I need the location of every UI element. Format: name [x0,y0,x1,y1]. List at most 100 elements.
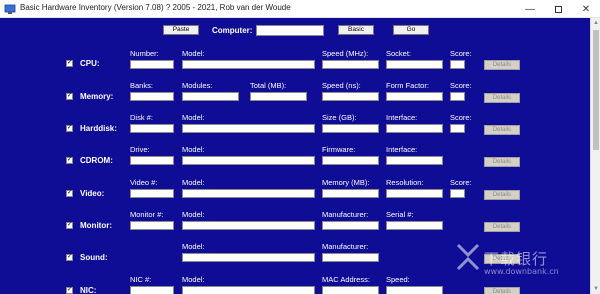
hardware-form: Paste Computer: Basic Go ✓ CPU: Number: … [0,18,590,294]
window-title: Basic Hardware Inventory (Version 7.08) … [20,3,291,12]
memory-total-field[interactable] [250,92,307,101]
nic-mac-field[interactable] [322,286,379,294]
monitor-checkbox[interactable]: ✓ [66,222,73,229]
video-details-button[interactable]: Details [484,190,520,200]
sound-manufacturer-label: Manufacturer: [322,242,369,251]
close-icon: ✕ [581,3,591,15]
memory-formfactor-field[interactable] [386,92,443,101]
cdrom-interface-field[interactable] [386,156,443,165]
nic-checkbox[interactable]: ✓ [66,287,73,294]
video-number-field[interactable] [130,189,174,198]
computer-input[interactable] [256,25,324,36]
harddisk-checkbox[interactable]: ✓ [66,125,73,132]
harddisk-interface-label: Interface: [386,113,418,122]
cdrom-checkbox[interactable]: ✓ [66,157,73,164]
watermark-url: www.downbank.cn [484,267,559,276]
maximize-button[interactable] [544,0,572,18]
cdrom-drive-field[interactable] [130,156,174,165]
cdrom-model-field[interactable] [182,156,315,165]
nic-number-label: NIC #: [130,275,152,284]
cpu-model-field[interactable] [182,60,315,69]
harddisk-disknum-field[interactable] [130,124,174,133]
cpu-model-label: Model: [182,49,205,58]
sound-model-label: Model: [182,242,205,251]
cpu-details-button[interactable]: Details [484,60,520,70]
monitor-manufacturer-field[interactable] [322,221,379,230]
video-score-field[interactable] [450,189,465,198]
cpu-label: CPU: [80,59,100,68]
nic-label: NIC: [80,286,97,294]
close-button[interactable]: ✕ [572,0,600,18]
monitor-model-field[interactable] [182,221,315,230]
cpu-speed-field[interactable] [322,60,379,69]
monitor-serial-label: Serial #: [386,210,414,219]
video-memory-label: Memory (MB): [322,178,370,187]
maximize-icon [554,5,562,13]
nic-mac-label: MAC Address: [322,275,370,284]
title-bar: Basic Hardware Inventory (Version 7.08) … [0,0,600,18]
cdrom-firmware-label: Firmware: [322,145,356,154]
video-model-label: Model: [182,178,205,187]
watermark-brand: 下载银行 [484,250,549,268]
cdrom-firmware-field[interactable] [322,156,379,165]
monitor-manufacturer-label: Manufacturer: [322,210,369,219]
sound-label: Sound: [80,253,108,262]
nic-model-field[interactable] [182,286,315,294]
app-icon [4,4,16,14]
sound-checkbox[interactable]: ✓ [66,254,73,261]
harddisk-model-label: Model: [182,113,205,122]
memory-score-label: Score: [450,81,472,90]
cpu-socket-field[interactable] [386,60,443,69]
memory-speed-label: Speed (ns): [322,81,361,90]
nic-speed-field[interactable] [386,286,443,294]
video-memory-field[interactable] [322,189,379,198]
video-label: Video: [80,189,105,198]
monitor-details-button[interactable]: Details [484,222,520,232]
cpu-score-field[interactable] [450,60,465,69]
monitor-model-label: Model: [182,210,205,219]
harddisk-score-field[interactable] [450,124,465,133]
video-resolution-field[interactable] [386,189,443,198]
minimize-icon: — [525,3,535,15]
monitor-number-field[interactable] [130,221,174,230]
video-model-field[interactable] [182,189,315,198]
cpu-speed-label: Speed (MHz): [322,49,369,58]
memory-label: Memory: [80,92,114,101]
sound-manufacturer-field[interactable] [322,253,379,262]
go-button[interactable]: Go [393,25,429,35]
scroll-up-icon[interactable]: ▲ [593,20,599,26]
memory-total-label: Total (MB): [250,81,287,90]
minimize-button[interactable]: — [516,0,544,18]
memory-checkbox[interactable]: ✓ [66,93,73,100]
memory-speed-field[interactable] [322,92,379,101]
basic-button[interactable]: Basic [338,25,374,35]
cpu-checkbox[interactable]: ✓ [66,60,73,67]
paste-button[interactable]: Paste [163,25,199,35]
memory-modules-label: Modules: [182,81,213,90]
harddisk-size-field[interactable] [322,124,379,133]
cpu-number-field[interactable] [130,60,174,69]
video-resolution-label: Resolution: [386,178,424,187]
monitor-serial-field[interactable] [386,221,443,230]
cdrom-details-button[interactable]: Details [484,157,520,167]
nic-details-button[interactable]: Details [484,287,520,294]
memory-formfactor-label: Form Factor: [386,81,429,90]
memory-banks-field[interactable] [130,92,174,101]
memory-score-field[interactable] [450,92,465,101]
cpu-score-label: Score: [450,49,472,58]
memory-modules-field[interactable] [182,92,239,101]
harddisk-details-button[interactable]: Details [484,125,520,135]
harddisk-model-field[interactable] [182,124,315,133]
harddisk-score-label: Score: [450,113,472,122]
vertical-scrollbar[interactable]: ▲ ▼ [590,18,600,294]
memory-details-button[interactable]: Details [484,93,520,103]
monitor-label: Monitor: [80,221,112,230]
scroll-thumb[interactable] [593,30,599,150]
scroll-down-icon[interactable]: ▼ [593,286,599,292]
nic-number-field[interactable] [130,286,174,294]
harddisk-interface-field[interactable] [386,124,443,133]
sound-model-field[interactable] [182,253,315,262]
nic-model-label: Model: [182,275,205,284]
video-checkbox[interactable]: ✓ [66,190,73,197]
harddisk-disknum-label: Disk #: [130,113,153,122]
